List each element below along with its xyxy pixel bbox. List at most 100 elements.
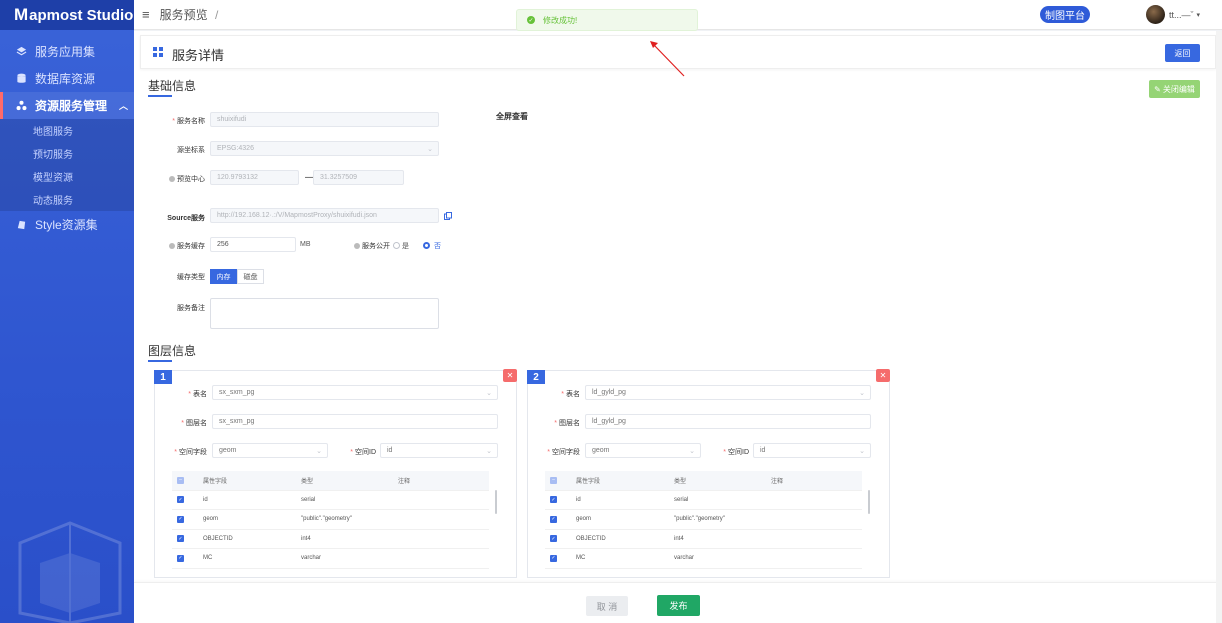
close-icon[interactable]: ✕ (503, 369, 517, 382)
basic-info-title: 基础信息 (148, 79, 197, 97)
row-checkbox[interactable]: ✓ (177, 496, 184, 504)
column-header: 类型 (301, 478, 314, 485)
avatar (1146, 5, 1165, 24)
edit-icon: ✎ (1154, 84, 1161, 94)
table-row[interactable]: ✓ OBJECTID int4 (172, 530, 489, 549)
row-checkbox[interactable]: ✓ (177, 515, 184, 523)
table-name-label: * 表名 (188, 391, 207, 398)
center-y-input[interactable]: 31.3257509 (313, 170, 404, 185)
geom-field-select[interactable]: geom ⌄ (212, 443, 328, 458)
table-name-select[interactable]: sx_sxm_pg ⌄ (212, 385, 498, 400)
field-table: – 属性字段 类型 注释 ✓ id serial ✓ geom "public"."ge… (172, 471, 489, 569)
layer-name-input[interactable]: ld_gyld_pg (585, 414, 871, 429)
geom-field-select[interactable]: geom ⌄ (585, 443, 701, 458)
chevron-down-icon: ⌄ (689, 447, 695, 455)
main-content: 服务详情 返回 基础信息 ✎ 关闭编辑 * 服务名称 shuixifudi 全屏查… (134, 31, 1222, 623)
sidebar-item-style[interactable]: Style资源集 (0, 211, 134, 238)
column-header: 属性字段 (576, 478, 601, 485)
sidebar-subitem-model-resource[interactable]: 模型资源 (0, 165, 134, 188)
page-header: 服务详情 (140, 35, 1216, 69)
source-label: Source服务 (167, 215, 205, 222)
table-row[interactable]: ✓ OBJECTID int4 (545, 530, 862, 549)
copy-icon[interactable] (444, 212, 452, 220)
decorative-map-icon (18, 521, 122, 623)
sidebar-subitem-tile-service[interactable]: 预切服务 (0, 142, 134, 165)
app-icon (153, 47, 163, 57)
spatial-id-select[interactable]: id ⌄ (753, 443, 871, 458)
cache-input[interactable]: 256 (210, 237, 296, 252)
success-toast: ✓ 修改成功! (516, 9, 698, 31)
geom-field-label: * 空间字段 (547, 449, 580, 456)
chevron-down-icon: ⌄ (859, 447, 865, 455)
public-no-radio[interactable] (423, 242, 430, 249)
publish-button[interactable]: 发布 (657, 595, 700, 616)
sidebar-item-resource-service[interactable]: 资源服务管理 ︿ (0, 92, 134, 119)
table-row[interactable]: ✓ id serial (545, 491, 862, 510)
logo-text: apmost Studio (29, 6, 134, 24)
spatial-id-label: * 空间ID (723, 449, 749, 456)
user-menu[interactable]: tt...—ˇ ▾ (1146, 5, 1200, 24)
table-scrollbar[interactable] (495, 490, 497, 514)
close-icon[interactable]: ✕ (876, 369, 890, 382)
cache-type-memory-option[interactable]: 内存 (210, 269, 237, 284)
back-button[interactable]: 返回 (1165, 44, 1200, 62)
sidebar-subitem-dynamic-service[interactable]: 动态服务 (0, 188, 134, 211)
remark-label: 服务备注 (177, 305, 205, 312)
menu-icon[interactable]: ≡ (142, 7, 150, 22)
spatial-id-select[interactable]: id ⌄ (380, 443, 498, 458)
row-checkbox[interactable]: ✓ (550, 554, 557, 562)
center-label: 预览中心 (164, 174, 205, 184)
table-row[interactable]: ✓ id serial (172, 491, 489, 510)
sidebar-item-label: 资源服务管理 (35, 99, 108, 113)
table-row[interactable]: ✓ MC varchar (545, 549, 862, 569)
remark-textarea[interactable] (210, 298, 439, 329)
table-row[interactable]: ✓ geom "public"."geometry" (545, 510, 862, 530)
select-all-checkbox[interactable]: – (550, 476, 557, 484)
center-x-input[interactable]: 120.9793132 (210, 170, 299, 185)
layer-name-label: * 图层名 (554, 420, 580, 427)
column-header: 注释 (398, 478, 411, 485)
drawing-platform-button[interactable]: 制图平台 (1040, 6, 1090, 23)
caret-down-icon: ▾ (1196, 11, 1201, 19)
row-checkbox[interactable]: ✓ (550, 515, 557, 523)
layer-name-input[interactable]: sx_sxm_pg (212, 414, 498, 429)
select-all-checkbox[interactable]: – (177, 476, 184, 484)
close-edit-button[interactable]: ✎ 关闭编辑 (1149, 80, 1200, 98)
public-yes-radio[interactable] (393, 242, 400, 249)
service-name-input[interactable]: shuixifudi (210, 112, 439, 127)
table-header-row: – 属性字段 类型 注释 (545, 471, 862, 491)
sidebar-item-service-apps[interactable]: 服务应用集 (0, 38, 134, 65)
breadcrumb: 服务预览 / (160, 6, 219, 23)
cancel-button[interactable]: 取 消 (586, 596, 628, 616)
table-name-select[interactable]: ld_gyld_pg ⌄ (585, 385, 871, 400)
field-table: – 属性字段 类型 注释 ✓ id serial ✓ geom "public"."ge… (545, 471, 862, 569)
row-checkbox[interactable]: ✓ (177, 535, 184, 543)
public-no-label[interactable]: 否 (434, 241, 441, 251)
table-row[interactable]: ✓ MC varchar (172, 549, 489, 569)
database-icon (17, 73, 26, 83)
sidebar-submenu: 地图服务 预切服务 模型资源 动态服务 (0, 119, 134, 211)
breadcrumb-item[interactable]: 服务预览 (160, 8, 208, 22)
row-checkbox[interactable]: ✓ (177, 554, 184, 562)
sidebar-subitem-map-service[interactable]: 地图服务 (0, 119, 134, 142)
app-logo[interactable]: M apmost Studio (0, 0, 134, 30)
username: tt...—ˇ (1169, 9, 1194, 20)
sidebar-item-database[interactable]: 数据库资源 (0, 65, 134, 92)
check-circle-icon: ✓ (527, 16, 535, 24)
cache-type-disk-option[interactable]: 磁盘 (237, 269, 264, 284)
page-scrollbar[interactable] (1216, 31, 1222, 623)
row-checkbox[interactable]: ✓ (550, 535, 557, 543)
row-checkbox[interactable]: ✓ (550, 496, 557, 504)
crs-label: 源坐标系 (177, 147, 205, 154)
chevron-down-icon: ⌄ (486, 389, 492, 397)
sidebar-item-label: 服务应用集 (35, 45, 96, 59)
table-row[interactable]: ✓ geom "public"."geometry" (172, 510, 489, 530)
crs-select[interactable]: EPSG:4326 ⌄ (210, 141, 439, 156)
source-url-input[interactable]: http://192.168.12·.:/V/MapmostProxy/shui… (210, 208, 439, 223)
public-label: 服务公开 (348, 241, 390, 251)
public-yes-label[interactable]: 是 (402, 241, 409, 251)
layer-card-2: 2 ✕ * 表名 ld_gyld_pg ⌄ * 图层名 ld_gyld_pg * 空间字… (527, 369, 890, 578)
table-scrollbar[interactable] (868, 490, 870, 514)
page-title: 服务详情 (172, 48, 225, 63)
fullscreen-link[interactable]: 全屏查看 (496, 111, 528, 122)
